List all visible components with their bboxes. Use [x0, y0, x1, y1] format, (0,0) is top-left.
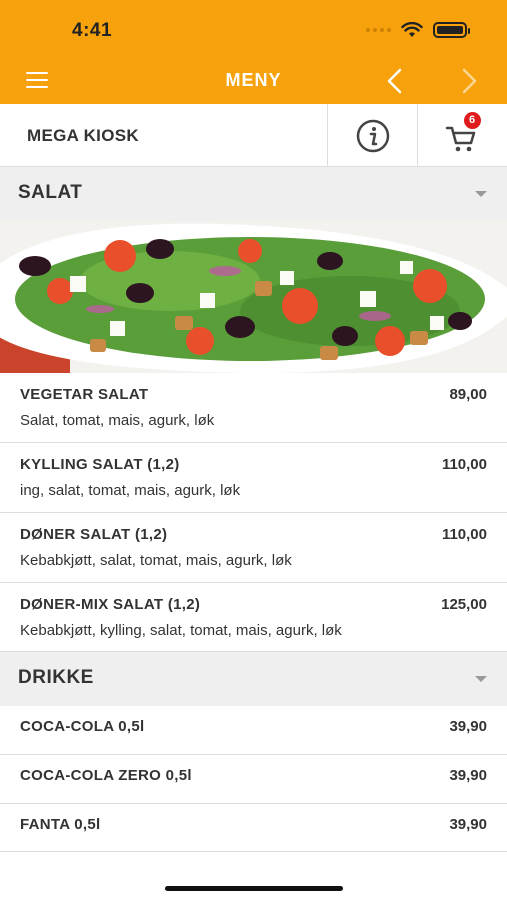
- item-name: KYLLING SALAT (1,2): [20, 456, 180, 473]
- item-name: DØNER-MIX SALAT (1,2): [20, 596, 201, 613]
- item-name: COCA-COLA ZERO 0,5l: [20, 767, 192, 784]
- status-icons: [366, 22, 470, 38]
- info-button[interactable]: [327, 104, 417, 167]
- item-price: 125,00: [441, 596, 487, 613]
- forward-chevron-icon[interactable]: [456, 66, 482, 96]
- wifi-icon: [401, 22, 423, 37]
- page-title: MENY: [225, 70, 282, 90]
- home-indicator[interactable]: [165, 886, 343, 891]
- item-description: Kebabkjøtt, kylling, salat, tomat, mais,…: [20, 622, 342, 639]
- category-title: SALAT: [18, 182, 83, 203]
- item-name: COCA-COLA 0,5l: [20, 718, 145, 735]
- item-price: 39,90: [449, 718, 487, 735]
- category-title: DRIKKE: [18, 667, 94, 688]
- category-header-drikke[interactable]: DRIKKE: [0, 652, 507, 706]
- item-description: Salat, tomat, mais, agurk, løk: [20, 412, 215, 429]
- menu-item[interactable]: FANTA 0,5l 39,90: [0, 804, 507, 852]
- item-description: Kebabkjøtt, salat, tomat, mais, agurk, l…: [20, 552, 292, 569]
- item-price: 39,90: [449, 816, 487, 833]
- info-icon: [356, 119, 389, 152]
- menu-item[interactable]: COCA-COLA ZERO 0,5l 39,90: [0, 755, 507, 804]
- caret-down-icon: [475, 676, 487, 682]
- cellular-signal-icon: [366, 28, 391, 32]
- restaurant-bar: MEGA KIOSK 6: [0, 104, 507, 167]
- restaurant-name: MEGA KIOSK: [27, 126, 139, 145]
- item-name: DØNER SALAT (1,2): [20, 526, 168, 543]
- menu-item[interactable]: COCA-COLA 0,5l 39,90: [0, 706, 507, 755]
- category-header-salat[interactable]: SALAT: [0, 167, 507, 221]
- item-price: 110,00: [441, 456, 487, 473]
- menu-item[interactable]: VEGETAR SALAT 89,00 Salat, tomat, mais, …: [0, 373, 507, 443]
- item-name: FANTA 0,5l: [20, 816, 101, 833]
- back-chevron-icon[interactable]: [382, 66, 408, 96]
- status-time: 4:41: [72, 20, 113, 41]
- caret-down-icon: [475, 191, 487, 197]
- menu-item[interactable]: KYLLING SALAT (1,2) 110,00 ing, salat, t…: [0, 443, 507, 513]
- battery-icon: [433, 22, 470, 38]
- item-description: ing, salat, tomat, mais, agurk, løk: [20, 482, 241, 499]
- cart-count-badge: 6: [463, 111, 481, 129]
- item-price: 110,00: [441, 526, 487, 543]
- cart-button[interactable]: 6: [417, 104, 507, 167]
- item-name: VEGETAR SALAT: [20, 386, 149, 403]
- item-price: 89,00: [449, 386, 487, 403]
- top-bar: 4:41 MENY: [0, 0, 507, 104]
- item-price: 39,90: [449, 767, 487, 784]
- menu-item[interactable]: DØNER-MIX SALAT (1,2) 125,00 Kebabkjøtt,…: [0, 583, 507, 652]
- menu-item[interactable]: DØNER SALAT (1,2) 110,00 Kebabkjøtt, sal…: [0, 513, 507, 583]
- salad-image: [0, 221, 507, 373]
